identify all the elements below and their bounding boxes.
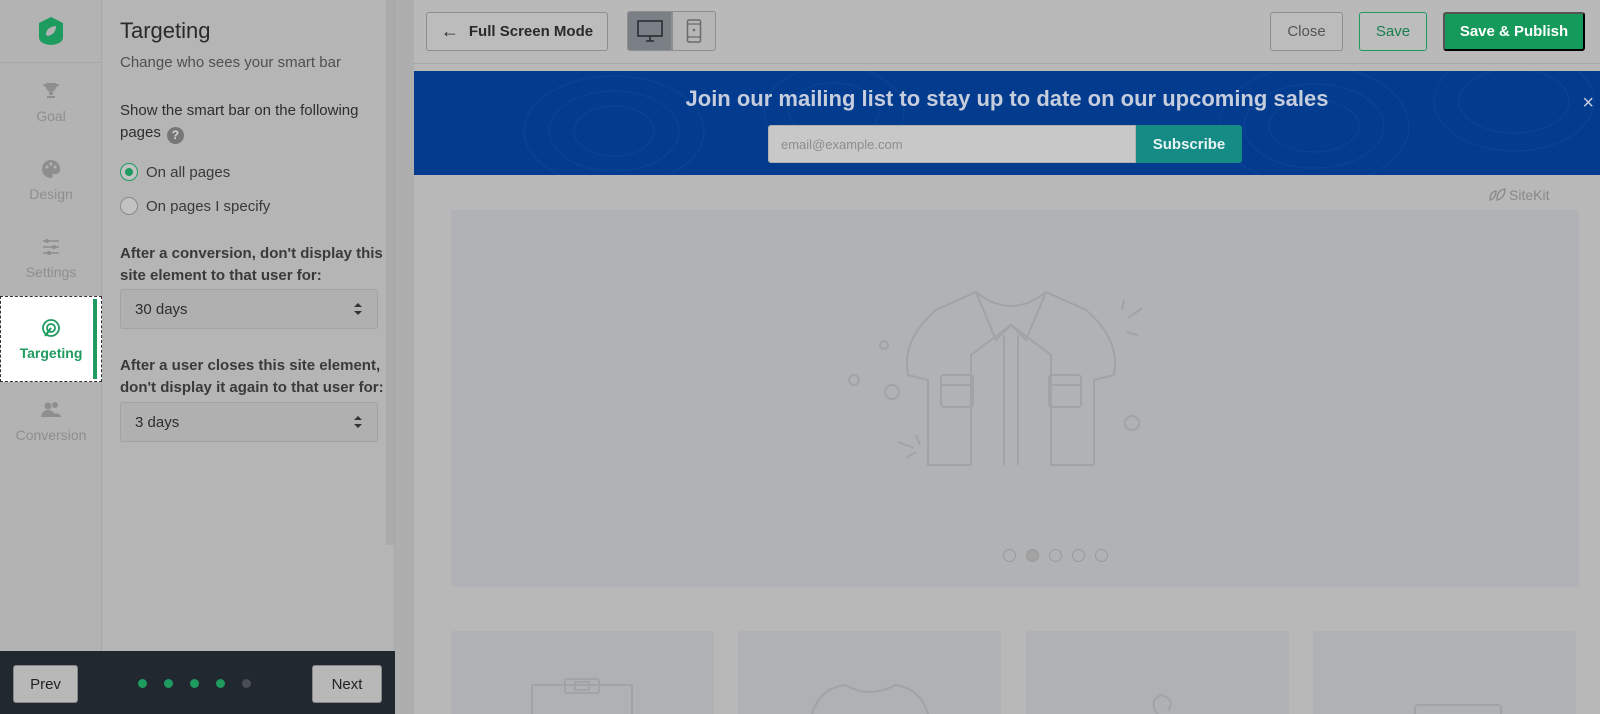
arrow-left-icon: ← [440,21,459,41]
box-icon [1414,704,1502,714]
radio-specific-pages[interactable]: On pages I specify [120,197,270,215]
smart-bar-headline: Join our mailing list to stay up to date… [685,86,1329,111]
full-screen-label: Full Screen Mode [468,23,594,40]
logo-icon [39,17,63,45]
hero-carousel [451,210,1579,587]
close-question: After a user closes this site element, d… [120,357,384,396]
next-button[interactable]: Next [312,665,382,703]
email-input[interactable] [768,125,1136,163]
leaf-icon [1489,188,1506,201]
product-card [738,631,1001,714]
carousel-dot[interactable] [1072,549,1085,562]
close-button[interactable]: Close [1270,12,1343,51]
carousel-dot[interactable] [1003,549,1016,562]
radio-label: On pages I specify [146,197,271,215]
nav-item-label: Goal [36,108,66,124]
conversion-question: After a conversion, don't display this s… [120,245,383,284]
panel-title: Targeting [120,18,211,43]
targeting-panel: Targeting Change who sees your smart bar… [102,0,395,651]
trophy-icon [41,80,61,102]
step-dot [216,679,225,688]
nav-item-label: Targeting [19,345,83,361]
select-arrows-icon [354,416,362,428]
product-card [1313,631,1576,714]
step-dot [190,679,199,688]
preview-area: ← Full Screen Mode Close Save Save & Pub… [395,0,1600,714]
nav-item-goal[interactable]: Goal [0,63,102,141]
step-dot [164,679,173,688]
radio-button[interactable] [120,163,138,181]
radio-all-pages[interactable]: On all pages [120,163,230,181]
nav-item-design[interactable]: Design [0,141,102,219]
nav-item-label: Design [29,186,73,202]
shorts-icon [531,678,633,714]
conversion-duration-select[interactable]: 30 days [120,289,378,329]
save-publish-button[interactable]: Save & Publish [1443,12,1585,51]
subscribe-button[interactable]: Subscribe [1136,125,1242,163]
mobile-icon [686,19,702,43]
nav-item-label: Settings [25,264,77,280]
pages-question-text: Show the smart bar on the following page… [120,102,359,141]
site-brand-text: SiteKit [1509,187,1550,203]
product-card [1026,631,1289,714]
step-navigation: Prev Next [0,651,395,714]
pages-question: Show the smart bar on the following page… [120,100,380,144]
users-icon [40,399,62,421]
select-value: 3 days [135,413,180,431]
radio-button[interactable] [120,197,138,215]
desktop-view-toggle[interactable] [627,11,672,51]
preview-toolbar: ← Full Screen Mode Close Save Save & Pub… [414,0,1600,64]
hanger-icon [1152,693,1172,714]
step-dot [242,679,251,688]
target-icon [40,317,62,339]
full-screen-button[interactable]: ← Full Screen Mode [426,12,608,51]
carousel-dots [1003,549,1118,562]
radio-label: On all pages [146,163,231,181]
close-duration-select[interactable]: 3 days [120,402,378,442]
nav-item-conversion[interactable]: Conversion [0,382,102,460]
panel-subtitle: Change who sees your smart bar [120,54,341,71]
nav-item-targeting[interactable]: Targeting [0,296,102,382]
select-arrows-icon [354,303,362,315]
step-indicator [138,679,268,688]
nav-rail: Goal Design Settings Targeting Conversio… [0,0,102,651]
site-brand: SiteKit [1488,187,1549,203]
shirt-icon [811,683,929,714]
logo[interactable] [0,0,102,63]
save-button[interactable]: Save [1359,12,1427,51]
palette-icon [41,158,61,180]
prev-button[interactable]: Prev [13,665,78,703]
nav-item-label: Conversion [15,427,87,443]
carousel-dot[interactable] [1026,549,1039,562]
carousel-dot[interactable] [1049,549,1062,562]
mobile-view-toggle[interactable] [672,11,716,51]
nav-item-settings[interactable]: Settings [0,219,102,297]
select-value: 30 days [135,300,188,318]
jacket-illustration-icon [848,290,1143,466]
smart-bar-preview: Join our mailing list to stay up to date… [414,71,1600,175]
product-card [451,631,714,714]
desktop-icon [636,20,663,42]
sliders-icon [41,236,61,258]
close-icon[interactable]: × [1582,92,1594,115]
help-icon[interactable]: ? [166,127,184,144]
step-dot [138,679,147,688]
preview-gutter [395,0,414,714]
carousel-dot[interactable] [1095,549,1108,562]
